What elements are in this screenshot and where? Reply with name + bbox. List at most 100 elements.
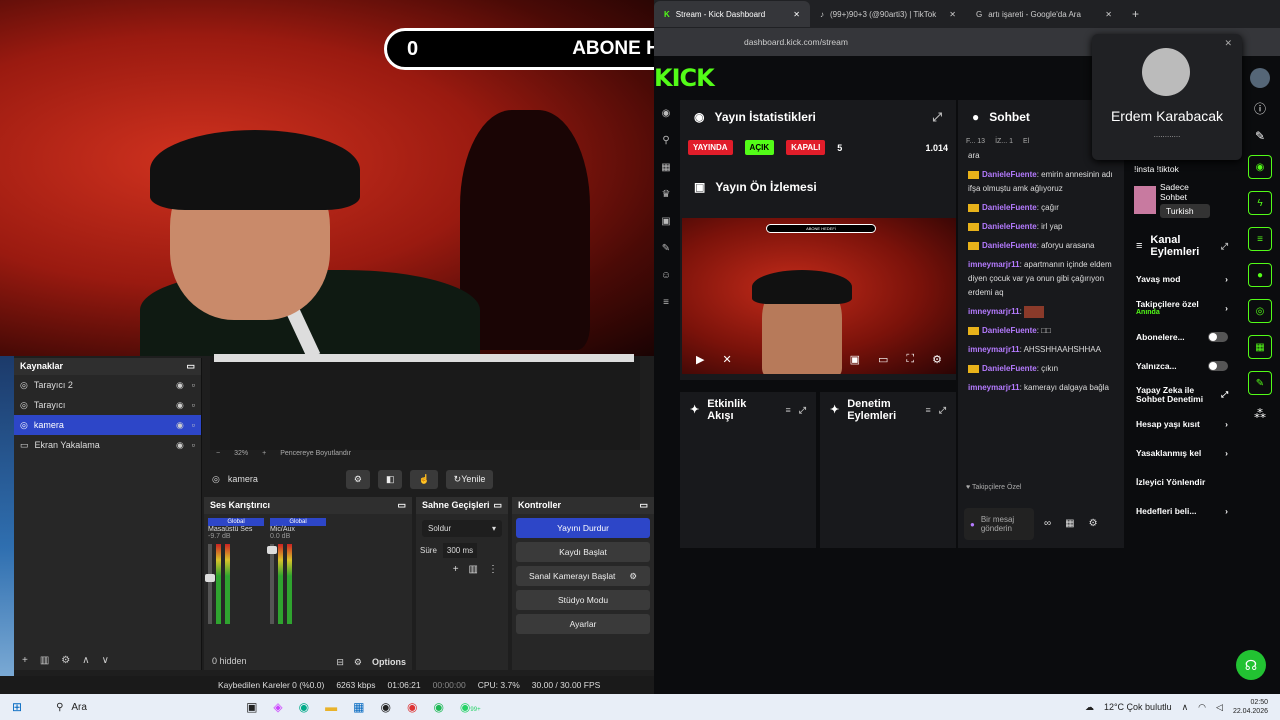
- support-icon[interactable]: ☊: [1236, 650, 1266, 680]
- gear-icon[interactable]: ⚙: [629, 571, 637, 582]
- fullscreen-icon[interactable]: ⛶: [906, 353, 914, 366]
- zoom-in-icon[interactable]: +: [262, 450, 266, 462]
- undock-icon[interactable]: ▭: [397, 500, 406, 511]
- close-icon[interactable]: ✕: [1224, 38, 1232, 49]
- expand-icon[interactable]: ⤢: [799, 404, 806, 416]
- source-item[interactable]: ◎ kamera ◉ ▫: [14, 415, 201, 435]
- chrome-icon[interactable]: ◉: [407, 700, 417, 714]
- volume-icon[interactable]: ◁: [1216, 702, 1223, 713]
- transition-select[interactable]: Soldur ▾: [422, 520, 502, 537]
- chat-username[interactable]: imneymarjr11: [968, 260, 1020, 269]
- slider-knob[interactable]: [267, 546, 277, 554]
- more-icon[interactable]: ⁂: [1254, 407, 1266, 421]
- wrench-icon[interactable]: ✎: [662, 243, 670, 254]
- tab-kick-dashboard[interactable]: K Stream - Kick Dashboard ✕: [654, 1, 810, 27]
- eye-icon[interactable]: ◉: [176, 400, 184, 411]
- new-tab-icon[interactable]: +: [1122, 7, 1149, 21]
- virtual-camera-button[interactable]: Sanal Kamerayı Başlat ⚙: [516, 566, 650, 586]
- explorer-icon[interactable]: ▬: [325, 700, 337, 714]
- eye-icon[interactable]: ◉: [176, 380, 184, 391]
- action-raid[interactable]: İzleyici Yönlendir: [1126, 467, 1238, 496]
- duration-input[interactable]: 300 ms: [442, 543, 478, 558]
- properties-button[interactable]: ⚙: [345, 469, 370, 489]
- mixer-icon[interactable]: ≡: [663, 297, 669, 308]
- close-icon[interactable]: ✕: [949, 10, 956, 19]
- edit-icon[interactable]: ✎: [1255, 129, 1265, 143]
- bolt-icon[interactable]: ϟ: [1248, 191, 1272, 215]
- windows-start-icon[interactable]: ⊞: [12, 700, 22, 714]
- filter-icon[interactable]: ≡: [786, 404, 791, 416]
- move-up-icon[interactable]: ∧: [82, 655, 89, 666]
- undock-icon[interactable]: ▭: [493, 500, 502, 511]
- chat-username[interactable]: imneymarjr11: [968, 383, 1020, 392]
- settings-button[interactable]: Ayarlar: [516, 614, 650, 634]
- broadcast-icon[interactable]: ◎: [1248, 299, 1272, 323]
- theater-icon[interactable]: ▭: [878, 353, 888, 366]
- copilot-icon[interactable]: ◈: [273, 700, 282, 714]
- list-icon[interactable]: ≡: [1248, 227, 1272, 251]
- stream-icon[interactable]: ◉: [662, 108, 671, 119]
- zoom-out-icon[interactable]: −: [216, 450, 220, 462]
- edge-icon[interactable]: ◉: [299, 700, 309, 714]
- filters-button[interactable]: ◧: [377, 469, 403, 489]
- whatsapp-icon[interactable]: ◉99+: [460, 700, 481, 714]
- expand-icon[interactable]: ⤢: [939, 404, 946, 416]
- video-icon[interactable]: ▣: [661, 216, 670, 227]
- play-icon[interactable]: ▶: [696, 353, 704, 366]
- more-icon[interactable]: ⋮: [488, 564, 498, 575]
- avatar[interactable]: [1250, 68, 1270, 88]
- store-icon[interactable]: ▦: [1248, 335, 1272, 359]
- action-followers-only[interactable]: Takipçilere özel Anında ›: [1126, 293, 1238, 322]
- chat-username[interactable]: imneymarjr11: [968, 307, 1020, 316]
- analytics-icon[interactable]: ▦: [661, 162, 670, 173]
- users-icon[interactable]: ☺: [661, 270, 671, 281]
- spotify-icon[interactable]: ◉: [433, 700, 443, 714]
- settings-icon[interactable]: ⚙: [354, 657, 362, 668]
- action-ai-moderation[interactable]: Yapay Zeka ile Sohbet Denetimi ⤢: [1126, 380, 1238, 409]
- mute-icon[interactable]: ✕: [722, 353, 731, 366]
- expand-icon[interactable]: ⤢: [932, 110, 942, 125]
- lock-icon[interactable]: ▫: [192, 420, 195, 431]
- volume-slider[interactable]: [205, 544, 215, 624]
- taskbar-search[interactable]: ⚲ Ara: [56, 702, 186, 713]
- source-item[interactable]: ◎ Tarayıcı 2 ◉ ▫: [14, 375, 201, 395]
- chat-username[interactable]: DanieleFuente: [982, 203, 1037, 212]
- start-recording-button[interactable]: Kaydı Başlat: [516, 542, 650, 562]
- lock-icon[interactable]: ▫: [192, 440, 195, 451]
- chat-username[interactable]: imneymarjr11: [968, 345, 1020, 354]
- toggle-switch[interactable]: [1208, 331, 1228, 342]
- layout-icon[interactable]: ⊟: [336, 657, 344, 668]
- stream-preview-video[interactable]: ABONE HEDEFİ ▶ ✕ ▣ ▭ ⛶ ⚙: [682, 218, 956, 374]
- source-item[interactable]: ◎ Tarayıcı ◉ ▫: [14, 395, 201, 415]
- wrench-icon[interactable]: ✎: [1248, 371, 1272, 395]
- emote-icon[interactable]: ∞: [1044, 518, 1051, 529]
- toggle-switch[interactable]: [1208, 360, 1228, 371]
- gear-icon[interactable]: ⚙: [61, 655, 70, 666]
- pip-icon[interactable]: ▣: [850, 353, 860, 366]
- info-icon[interactable]: ⓘ: [1254, 100, 1266, 117]
- trophy-icon[interactable]: ♛: [662, 189, 671, 200]
- stop-stream-button[interactable]: Yayını Durdur: [516, 518, 650, 538]
- action-only[interactable]: Yalnızca...: [1126, 351, 1238, 380]
- add-icon[interactable]: +: [453, 564, 459, 575]
- chat-username[interactable]: DanieleFuente: [982, 222, 1037, 231]
- eye-icon[interactable]: ◉: [176, 420, 184, 431]
- trash-icon[interactable]: ▥: [469, 564, 478, 575]
- chat-input[interactable]: ● Bir mesaj gönderin: [964, 508, 1034, 540]
- weather-text[interactable]: 12°C Çok bulutlu: [1104, 702, 1172, 712]
- obs-icon[interactable]: ◉: [380, 700, 390, 714]
- tab-tiktok[interactable]: ♪ (99+)90+3 (@90arti3) | TikTok ✕: [810, 1, 966, 27]
- action-account-age[interactable]: Hesap yaşı kısıt ›: [1126, 409, 1238, 438]
- camera-icon[interactable]: ◉: [1248, 155, 1272, 179]
- link-icon[interactable]: ⚲: [662, 135, 669, 146]
- trash-icon[interactable]: ▥: [40, 655, 49, 666]
- store-icon[interactable]: ▦: [1065, 518, 1074, 529]
- filter-icon[interactable]: ≡: [926, 404, 931, 416]
- action-slow-mode[interactable]: Yavaş mod ›: [1126, 264, 1238, 293]
- clock[interactable]: 02:50 22.04.2026: [1233, 698, 1268, 716]
- eye-icon[interactable]: ◉: [176, 440, 184, 451]
- chat-username[interactable]: DanieleFuente: [982, 364, 1037, 373]
- volume-slider[interactable]: [267, 544, 277, 624]
- refresh-button[interactable]: ↻Yenile: [445, 469, 494, 489]
- options-button[interactable]: Options: [372, 657, 406, 668]
